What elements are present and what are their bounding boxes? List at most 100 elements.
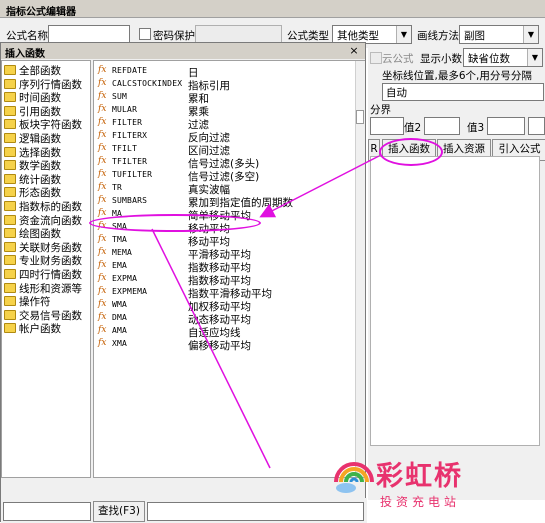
coord-value: 自动 xyxy=(386,87,407,99)
chevron-down-icon: ▼ xyxy=(523,26,538,43)
category-label: 统计函数 xyxy=(19,173,61,186)
function-icon: fx xyxy=(98,195,107,205)
function-row[interactable]: fx DMA 动态移动平均 xyxy=(96,312,358,326)
category-item[interactable]: 操作符 xyxy=(4,294,51,308)
function-row[interactable]: fx TR 真实波幅 xyxy=(96,182,358,196)
formula-code-area[interactable] xyxy=(370,156,540,446)
function-name: EXPMEMA xyxy=(112,287,148,296)
function-row[interactable]: fx MULAR 累乘 xyxy=(96,104,358,118)
function-row[interactable]: fx FILTERX 反向过滤 xyxy=(96,130,358,144)
category-item[interactable]: 引用函数 xyxy=(4,104,61,118)
function-row[interactable]: fx EXPMA 指数移动平均 xyxy=(96,273,358,287)
function-name: REFDATE xyxy=(112,66,148,75)
function-row[interactable]: fx FILTER 过滤 xyxy=(96,117,358,131)
draw-method-value: 副图 xyxy=(464,30,485,42)
draw-method-select[interactable]: 副图 ▼ xyxy=(459,25,539,44)
scrollbar-thumb[interactable] xyxy=(356,110,364,124)
folder-icon xyxy=(4,255,16,266)
folder-icon xyxy=(4,323,16,334)
category-label: 帐户函数 xyxy=(19,323,61,336)
function-row[interactable]: fx SUMBARS 累加到指定值的周期数 xyxy=(96,195,358,209)
category-item[interactable]: 形态函数 xyxy=(4,185,61,200)
function-icon: fx xyxy=(98,130,107,140)
function-row[interactable]: fx TMA 移动平均 xyxy=(96,234,358,248)
category-item[interactable]: 绘图函数 xyxy=(4,226,61,240)
category-item[interactable]: 全部函数 xyxy=(4,63,61,77)
value3-input[interactable] xyxy=(487,117,525,135)
category-item[interactable]: 线形和资源等 xyxy=(4,281,82,295)
function-row[interactable]: fx SUM 累和 xyxy=(96,91,358,105)
category-item[interactable]: 资金流向函数 xyxy=(4,213,82,227)
function-icon: fx xyxy=(98,169,107,179)
category-item[interactable]: 逻辑函数 xyxy=(4,131,61,145)
find-button[interactable]: 查找(F3) xyxy=(93,501,145,522)
search-input[interactable] xyxy=(3,502,91,521)
editor-title-bar: 指标公式编辑器 xyxy=(0,0,545,18)
function-list[interactable]: fx REFDATE 日 fx CALCSTOCKINDEX 指标引用 fx SUM 累和 fx M… xyxy=(93,60,365,478)
category-item[interactable]: 四时行情函数 xyxy=(4,267,82,281)
function-name: FILTERX xyxy=(112,131,148,140)
folder-icon xyxy=(4,187,16,198)
function-name: TFILTER xyxy=(112,157,148,166)
function-row[interactable]: fx EMA 指数移动平均 xyxy=(96,260,358,274)
category-tree[interactable]: 全部函数 序列行情函数 时间函数 引用函数 板块字符函数 逻辑函数 选择函数 数学函数 统计函数… xyxy=(1,60,91,478)
category-item[interactable]: 统计函数 xyxy=(4,172,61,186)
value1-input[interactable] xyxy=(370,117,404,135)
function-name: FILTER xyxy=(112,118,143,127)
category-item[interactable]: 序列行情函数 xyxy=(4,77,82,91)
editor-title: 指标公式编辑器 xyxy=(6,7,76,18)
category-item[interactable]: 板块字符函数 xyxy=(4,117,82,131)
function-name: TR xyxy=(112,183,123,192)
folder-icon xyxy=(4,269,16,279)
function-icon: fx xyxy=(98,325,107,335)
function-icon: fx xyxy=(98,78,107,88)
category-item[interactable]: 选择函数 xyxy=(4,145,61,159)
category-item[interactable]: 帐户函数 xyxy=(4,321,61,336)
function-row[interactable]: fx TUFILTER 信号过滤(多空) xyxy=(96,169,358,183)
show-decimals-select[interactable]: 缺省位数 ▼ xyxy=(463,48,543,67)
function-row[interactable]: fx TFILT 区间过滤 xyxy=(96,143,358,157)
function-row[interactable]: fx CALCSTOCKINDEX 指标引用 xyxy=(96,78,358,92)
category-label: 形态函数 xyxy=(19,187,61,200)
coord-input[interactable]: 自动 xyxy=(382,83,544,101)
category-item[interactable]: 关联财务函数 xyxy=(4,240,82,254)
category-label: 数学函数 xyxy=(19,160,61,173)
category-item[interactable]: 交易信号函数 xyxy=(4,308,82,322)
formula-name-input[interactable] xyxy=(48,25,130,43)
folder-icon xyxy=(4,296,16,307)
password-checkbox[interactable] xyxy=(139,28,151,40)
show-decimals-value: 缺省位数 xyxy=(468,53,510,65)
value2-input[interactable] xyxy=(424,117,460,135)
value4-input[interactable] xyxy=(528,117,545,135)
value3-label: 值3 xyxy=(467,122,485,134)
category-label: 序列行情函数 xyxy=(19,78,82,91)
value2-label: 值2 xyxy=(404,122,422,134)
folder-icon xyxy=(4,282,16,293)
category-item[interactable]: 专业财务函数 xyxy=(4,253,82,267)
function-row[interactable]: fx TFILTER 信号过滤(多头) xyxy=(96,156,358,170)
close-icon[interactable]: × xyxy=(347,44,361,57)
category-label: 逻辑函数 xyxy=(19,133,61,145)
function-icon: fx xyxy=(98,234,107,244)
category-item[interactable]: 指数标的函数 xyxy=(4,199,82,213)
cloud-formula-checkbox[interactable] xyxy=(370,52,382,64)
highlight-ring-ma xyxy=(89,214,261,232)
function-row[interactable]: fx WMA 加权移动平均 xyxy=(96,299,358,313)
category-item[interactable]: 时间函数 xyxy=(4,90,61,104)
function-icon: fx xyxy=(98,273,107,283)
function-row[interactable]: fx MEMA 平滑移动平均 xyxy=(96,247,358,261)
category-label: 选择函数 xyxy=(19,146,61,159)
draw-method-label: 画线方法 xyxy=(417,30,459,42)
function-row[interactable]: fx REFDATE 日 xyxy=(96,65,358,79)
folder-icon xyxy=(4,146,16,157)
function-name: EMA xyxy=(112,261,128,270)
function-row[interactable]: fx EXPMEMA 指数平滑移动平均 xyxy=(96,286,358,300)
function-icon: fx xyxy=(98,338,107,348)
insert-function-dialog: 插入函数 × 全部函数 序列行情函数 时间函数 引用函数 板块字符函数 逻辑函数 选择函数数… xyxy=(0,42,367,523)
password-input[interactable] xyxy=(195,25,282,43)
function-name: WMA xyxy=(112,300,128,309)
category-item[interactable]: 数学函数 xyxy=(4,158,61,173)
category-label: 全部函数 xyxy=(19,65,61,77)
function-row[interactable]: fx AMA 自适应均线 xyxy=(96,325,358,339)
function-row[interactable]: fx XMA 偏移移动平均 xyxy=(96,338,358,352)
